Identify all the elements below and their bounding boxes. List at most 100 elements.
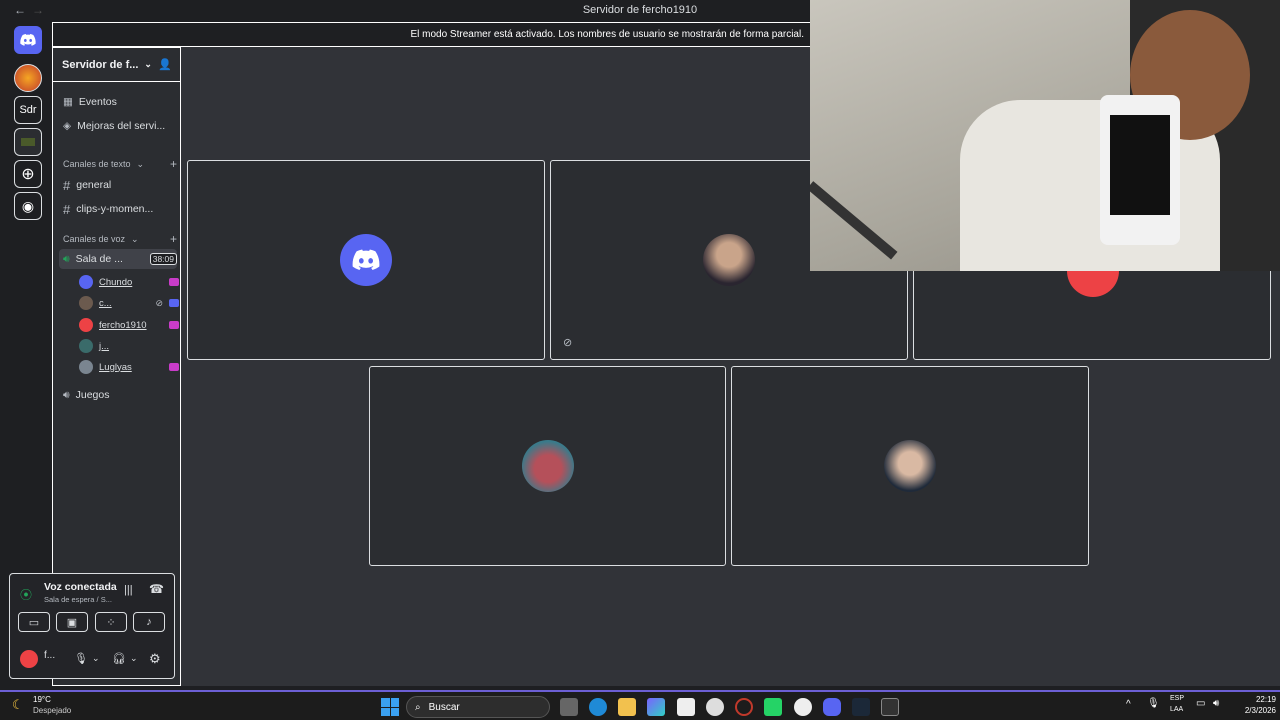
speaker-icon: 🔊︎	[63, 252, 70, 265]
taskbar-search[interactable]: ⌕ Buscar	[406, 696, 550, 718]
avatar	[79, 360, 93, 374]
server-avatar-icon[interactable]	[14, 64, 42, 92]
whatsapp-icon[interactable]	[764, 698, 782, 716]
category-label: Canales de texto	[63, 159, 131, 169]
opera-icon[interactable]	[735, 698, 753, 716]
participant-tile[interactable]	[187, 160, 545, 360]
disconnect-icon[interactable]: ☎	[149, 582, 164, 596]
voice-user[interactable]: c... ⊘	[79, 294, 179, 312]
calendar-app-icon[interactable]	[677, 698, 695, 716]
task-view-icon[interactable]	[560, 698, 578, 716]
channel-label: general	[76, 179, 112, 191]
avatar	[79, 296, 93, 310]
live-stream-icon	[169, 321, 179, 329]
clock-time[interactable]: 22:19	[1240, 695, 1276, 704]
edge-browser-icon[interactable]	[589, 698, 607, 716]
hashtag-icon: #	[63, 201, 71, 217]
server-dark-icon[interactable]	[14, 128, 42, 156]
activities-button[interactable]: ⁘	[95, 612, 127, 632]
language-bottom: LAA	[1170, 706, 1184, 713]
settings-gear-icon[interactable]: ⚙	[149, 651, 161, 667]
sidebar-item-boosts[interactable]: ◈ Mejoras del servi...	[59, 116, 177, 136]
webcam-overlay	[810, 0, 1280, 271]
file-explorer-icon[interactable]	[618, 698, 636, 716]
user-name: fercho1910	[99, 319, 147, 331]
screen-share-button[interactable]: ▣	[56, 612, 88, 632]
voice-status: Voz conectada	[44, 581, 117, 593]
user-name: j...	[99, 340, 110, 352]
hashtag-icon: #	[63, 177, 71, 193]
epic-games-icon[interactable]	[881, 698, 899, 716]
participant-tile[interactable]	[731, 366, 1089, 566]
discover-icon[interactable]: ◉	[14, 192, 42, 220]
language-top: ESP	[1170, 695, 1185, 702]
channel-clips[interactable]: # clips-y-momen...	[59, 199, 177, 219]
network-icon[interactable]: ▭	[1196, 698, 1205, 709]
voice-user[interactable]: j...	[79, 337, 179, 355]
user-name: Luglyas	[99, 361, 132, 373]
store-icon[interactable]	[647, 698, 665, 716]
voice-user[interactable]: fercho1910	[79, 316, 179, 334]
clock-date[interactable]: 2/3/2026	[1226, 706, 1276, 715]
chrome-icon[interactable]	[794, 698, 812, 716]
noise-suppression-icon[interactable]: |||	[124, 584, 133, 596]
sidebar-item-label: Eventos	[78, 96, 117, 108]
windows-start-icon[interactable]	[381, 698, 399, 716]
streamer-banner-text: El modo Streamer está activado. Los nomb…	[410, 29, 804, 40]
category-label: Canales de voz	[63, 234, 126, 244]
text-channels-category[interactable]: Canales de texto ⌄ +	[59, 154, 177, 174]
add-channel-icon[interactable]: +	[170, 232, 177, 246]
voice-channel-active[interactable]: 🔊︎ Sala de ... 38:09	[59, 249, 177, 269]
speaker-icon: 🔊︎	[63, 388, 70, 401]
phone-screen	[1110, 115, 1170, 215]
voice-channel-juegos[interactable]: 🔊︎ Juegos	[59, 385, 177, 405]
chevron-down-icon: ⌄	[144, 59, 152, 69]
voice-user[interactable]: Luglyas	[79, 358, 179, 376]
user-name: f...	[44, 650, 56, 661]
server-header[interactable]: Servidor de f... ⌄ 👤	[53, 48, 180, 82]
channel-general[interactable]: # general	[59, 175, 177, 195]
voice-channels-category[interactable]: Canales de voz ⌄ +	[59, 229, 177, 249]
discord-taskbar-icon[interactable]	[823, 698, 841, 716]
add-channel-icon[interactable]: +	[170, 157, 177, 171]
avatar	[703, 234, 755, 286]
voice-connected-panel: ⦿ Voz conectada Sala de espera / S... ||…	[9, 573, 175, 679]
chevron-down-icon[interactable]: ⌄	[130, 653, 138, 664]
weather-moon-icon[interactable]: ☾	[12, 697, 24, 713]
volume-icon[interactable]: 🔊︎	[1213, 698, 1219, 709]
voice-user[interactable]: Chundo	[79, 273, 179, 291]
participant-tile[interactable]	[369, 366, 726, 566]
avatar	[79, 275, 93, 289]
sidebar-item-label: Mejoras del servi...	[77, 120, 166, 132]
add-server-icon[interactable]: ⊕	[14, 160, 42, 188]
weather-temp: 19°C	[33, 695, 51, 704]
microphone-tray-icon[interactable]: 🎙︎	[1147, 698, 1160, 709]
avatar	[79, 318, 93, 332]
sidebar-item-events[interactable]: ▦ Eventos	[59, 92, 177, 112]
voice-timer: 38:09	[149, 253, 177, 265]
headphones-icon[interactable]: 🎧︎	[112, 652, 126, 665]
soundboard-button[interactable]: ♪	[133, 612, 165, 632]
camera-toggle-button[interactable]: ▭	[18, 612, 50, 632]
live-stream-icon	[169, 363, 179, 371]
chevron-down-icon: ⌄	[131, 233, 139, 244]
calendar-icon: ▦	[63, 96, 73, 108]
avatar	[884, 440, 936, 492]
search-label: Buscar	[428, 701, 460, 713]
microphone-icon[interactable]: 🎙︎	[74, 652, 88, 665]
invite-user-icon[interactable]: 👤	[158, 58, 172, 71]
server-sdr-icon[interactable]: Sdr	[14, 96, 42, 124]
channel-label: Juegos	[75, 389, 110, 401]
steam-icon[interactable]	[852, 698, 870, 716]
chevron-up-icon[interactable]: ^	[1126, 699, 1131, 710]
app-icon[interactable]	[706, 698, 724, 716]
chevron-down-icon[interactable]: ⌄	[92, 653, 100, 664]
channel-label: clips-y-momen...	[76, 203, 154, 215]
boost-gem-icon: ◈	[63, 120, 72, 132]
avatar	[521, 440, 574, 492]
signal-icon: ⦿	[20, 588, 33, 602]
channel-label: Sala de ...	[75, 253, 123, 265]
search-icon: ⌕	[415, 701, 421, 713]
avatar[interactable]	[20, 650, 38, 668]
discord-home-icon[interactable]	[14, 26, 42, 54]
